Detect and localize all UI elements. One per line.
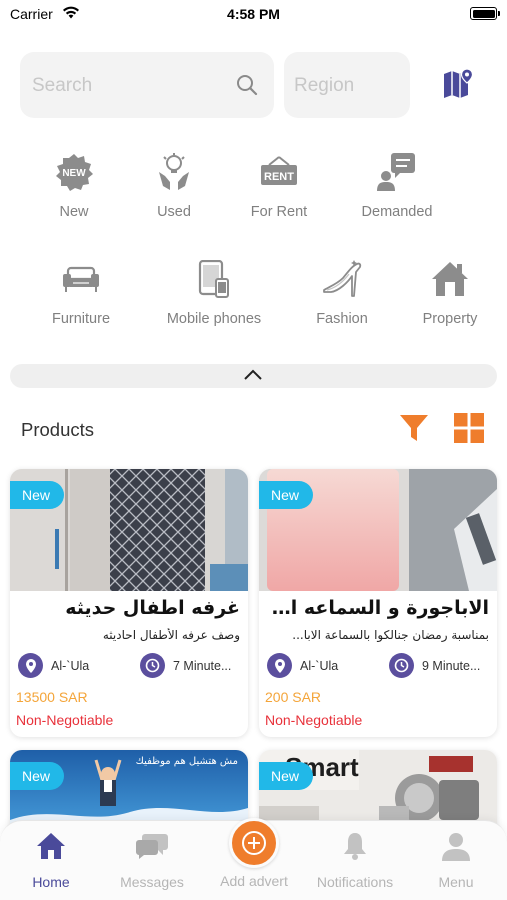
category-label: Demanded [361,204,433,220]
product-title: الاباجورة و السماعه المو... [267,597,489,619]
product-location: Al-`Ula [267,653,338,678]
rent-sign-icon: RENT [216,152,342,192]
tab-label: Messages [120,874,184,890]
tab-notifications[interactable]: Notifications [305,830,405,890]
product-price: 200 SAR [265,689,322,705]
location-pin-icon [267,653,292,678]
new-badge: New [10,481,65,509]
category-label: Mobile phones [166,311,262,327]
category-label: Property [422,311,478,327]
new-badge: New [259,481,314,509]
location-text: Al-`Ula [51,658,90,673]
product-title: غرفه اطفال حديثه [65,597,240,619]
product-price: 13500 SAR [16,689,88,705]
category-demanded[interactable]: Demanded [334,152,460,220]
search-icon[interactable] [236,74,258,101]
svg-text:RENT: RENT [264,171,294,183]
tab-messages[interactable]: Messages [102,830,202,890]
grid-view-icon[interactable] [454,413,484,448]
location-pin-icon [18,653,43,678]
add-advert-button[interactable] [229,818,279,868]
product-time: 9 Minute... [389,653,480,678]
battery-icon [470,7,500,20]
category-label: For Rent [250,204,308,220]
product-image: New [259,469,497,591]
mobile-phone-icon [151,259,277,299]
search-placeholder: Search [32,75,93,96]
filter-icon[interactable] [399,413,429,448]
house-icon [387,259,507,299]
new-badge: New [259,762,314,790]
location-text: Al-`Ula [300,658,339,673]
category-furniture[interactable]: Furniture [18,259,144,327]
demanded-user-icon [334,152,460,192]
tab-label: Home [32,874,70,890]
clock: 4:58 PM [227,6,280,22]
region-selector[interactable]: Region [284,52,410,118]
product-image: New [10,469,248,591]
tab-add-advert[interactable]: Add advert [204,873,304,889]
negotiable-status: Non-Negotiable [16,712,114,728]
product-description: وصف عرفه الأطفال احاديثه [102,628,240,642]
time-text: 7 Minute... [173,658,232,673]
category-for-rent[interactable]: RENT For Rent [216,152,342,220]
product-location: Al-`Ula [18,653,89,678]
tab-label: Notifications [316,874,394,890]
tab-home[interactable]: Home [1,830,101,890]
clock-icon [389,653,414,678]
messages-icon [102,830,202,862]
plus-icon [242,831,266,855]
category-mobile-phones[interactable]: Mobile phones [151,259,277,327]
category-label: Furniture [51,311,111,327]
products-title: Products [21,419,95,440]
product-time: 7 Minute... [140,653,231,678]
map-icon[interactable] [442,68,474,103]
category-property[interactable]: Property [387,259,507,327]
collapse-categories-button[interactable] [10,364,497,388]
search-input[interactable]: Search [20,52,274,118]
product-card[interactable]: New غرفه اطفال حديثه وصف عرفه الأطفال اح… [10,469,248,737]
status-bar: Carrier 4:58 PM [0,0,507,28]
negotiable-status: Non-Negotiable [265,712,363,728]
time-text: 9 Minute... [422,658,481,673]
bell-icon [305,830,405,862]
home-icon [1,830,101,862]
svg-text:NEW: NEW [62,168,86,179]
clock-icon [140,653,165,678]
tab-label: Menu [438,874,474,890]
new-badge: New [10,762,65,790]
region-placeholder: Region [294,75,355,96]
product-card[interactable]: New الاباجورة و السماعه المو... بمناسبة … [259,469,497,737]
sofa-icon [18,259,144,299]
tab-menu[interactable]: Menu [406,830,506,890]
product-description: بمناسبة رمضان جنالكوا بالسماعة الابا... [292,628,489,642]
image-caption: مش هتشيل هم موظفيك [135,756,238,767]
tab-label: Add advert [220,873,288,889]
chevron-up-icon [243,367,263,388]
user-icon [406,830,506,862]
